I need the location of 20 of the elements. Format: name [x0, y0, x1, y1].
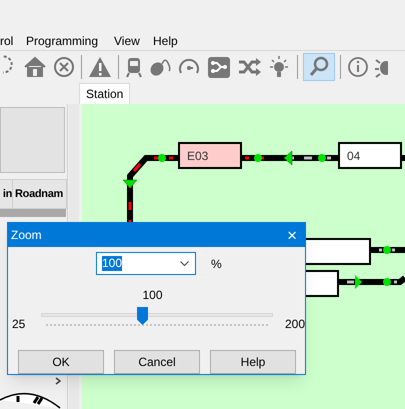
window-title: Zoom: [11, 227, 42, 244]
max-label: 200: [284, 316, 305, 333]
dialog-button[interactable]: OK: [18, 350, 104, 374]
column-header[interactable]: in: [0, 180, 13, 208]
menu-item[interactable]: View: [114, 32, 153, 50]
dialog-button[interactable]: Help: [210, 350, 296, 374]
menu-item[interactable]: Help: [153, 32, 193, 50]
min-label: 25: [12, 316, 26, 333]
tab[interactable]: Station: [79, 83, 130, 104]
zoom-value: 100: [102, 256, 122, 271]
column-header[interactable]: Roadnam: [13, 180, 67, 208]
slider-reading: 100: [141, 287, 164, 304]
track-block[interactable]: 04: [338, 142, 402, 169]
menu-item[interactable]: Programming: [26, 32, 114, 50]
zoom-combobox[interactable]: 100: [96, 252, 196, 275]
dialog-button[interactable]: Cancel: [114, 350, 200, 374]
unit-label: %: [211, 256, 222, 272]
menu-item[interactable]: rol: [0, 32, 26, 50]
close-button[interactable]: ×: [287, 226, 297, 244]
track-block[interactable]: E03: [178, 142, 242, 169]
